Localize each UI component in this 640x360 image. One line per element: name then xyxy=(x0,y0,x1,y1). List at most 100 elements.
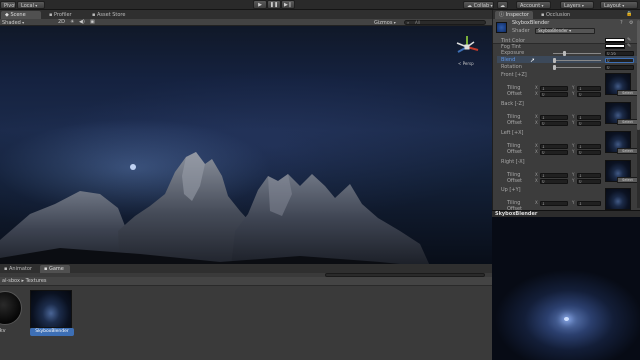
face-label: Back [-Z] xyxy=(501,101,524,107)
tiling-x-field[interactable]: 1 xyxy=(540,86,568,91)
x-label: X xyxy=(535,172,538,177)
y-label: Y xyxy=(572,172,575,177)
face-label: Right [-X] xyxy=(501,159,525,165)
shader-dropdown[interactable]: SkyboxBlender xyxy=(535,28,595,34)
tiling-x-field[interactable]: 1 xyxy=(540,173,568,178)
asset-item[interactable]: fkv xyxy=(0,291,24,341)
tiling-y-field[interactable]: 1 xyxy=(577,144,601,149)
offset-x-field[interactable]: 0 xyxy=(540,121,568,126)
persp-label[interactable]: < Persp xyxy=(458,61,474,66)
offset-y-field[interactable]: 0 xyxy=(577,121,601,126)
project-panel: al-sbox ▸ Textures fkv SkyboxBlender xyxy=(0,273,492,360)
tab-game-label: Game xyxy=(48,266,64,272)
offset-x-field[interactable]: 0 xyxy=(540,92,568,97)
fog-tint-field[interactable] xyxy=(605,44,625,49)
offset-y-field[interactable]: 0 xyxy=(577,179,601,184)
eyedropper-icon[interactable]: ✎ xyxy=(627,43,631,49)
offset-label: Offset xyxy=(507,178,523,184)
tab-animator[interactable]: ▪ Animator xyxy=(0,265,38,273)
y-label: Y xyxy=(572,178,575,183)
x-label: X xyxy=(535,178,538,183)
pivot-toggle[interactable]: Pivot xyxy=(0,1,16,9)
offset-x-field[interactable]: 0 xyxy=(540,150,568,155)
step-button[interactable]: ▶❙ xyxy=(281,0,295,9)
face-label: Up [+Y] xyxy=(501,187,521,193)
tiling-y-field[interactable]: 1 xyxy=(577,201,601,206)
breadcrumb[interactable]: al-sbox ▸ Textures xyxy=(2,278,47,285)
inspector-tabbar: ⓘ Inspector ▪ Occlusion 🔒 xyxy=(493,10,640,19)
asset-item[interactable]: SkyboxBlender xyxy=(30,290,74,336)
project-header: al-sbox ▸ Textures xyxy=(0,277,492,286)
tiling-y-field[interactable]: 1 xyxy=(577,115,601,120)
x-label: X xyxy=(535,120,538,125)
effects-toggle-icon[interactable]: ▣ xyxy=(90,19,95,26)
texture-slot[interactable] xyxy=(605,188,631,210)
tiling-y-field[interactable]: 1 xyxy=(577,86,601,91)
collab-button[interactable]: ☁ Collab xyxy=(463,1,494,9)
tab-occlusion[interactable]: ▪ Occlusion xyxy=(537,11,581,19)
tiling-x-field[interactable]: 1 xyxy=(540,115,568,120)
x-label: X xyxy=(535,91,538,96)
audio-toggle-icon[interactable]: ◀) xyxy=(79,19,85,26)
blend-slider-track[interactable] xyxy=(553,60,601,61)
offset-label: Offset xyxy=(507,91,523,97)
tab-profiler[interactable]: ▪ Profiler xyxy=(45,11,85,19)
offset-y-field[interactable]: 0 xyxy=(577,92,601,97)
x-label: X xyxy=(535,85,538,90)
tab-asset-store[interactable]: ▪ Asset Store xyxy=(88,11,134,19)
layers-dropdown[interactable]: Layers xyxy=(560,1,594,9)
tab-inspector[interactable]: ⓘ Inspector xyxy=(495,11,533,19)
asset-thumbnail xyxy=(0,291,22,325)
blend-field[interactable]: 0 xyxy=(605,58,634,63)
search-icon: ⌕ xyxy=(407,20,410,25)
play-icon: ▶ xyxy=(258,2,262,8)
y-label: Y xyxy=(572,149,575,154)
select-button[interactable]: Select xyxy=(617,90,638,96)
asset-thumbnail xyxy=(30,290,72,328)
play-button[interactable]: ▶ xyxy=(253,0,267,9)
offset-label: Offset xyxy=(507,149,523,155)
gear-icon[interactable]: ⚙ xyxy=(629,20,633,26)
rotation-field[interactable]: 0 xyxy=(605,65,634,70)
rotation-slider-thumb[interactable] xyxy=(553,65,556,70)
help-icon[interactable]: ? xyxy=(620,20,623,26)
scene-search-input[interactable]: ⌕ All xyxy=(404,20,486,25)
tab-asset-store-label: Asset Store xyxy=(96,12,126,18)
prop-label: Rotation xyxy=(501,64,522,70)
account-dropdown[interactable]: Account xyxy=(516,1,551,9)
tint-color-field[interactable] xyxy=(605,38,625,43)
layout-dropdown[interactable]: Layout xyxy=(600,1,638,9)
tiling-x-field[interactable]: 1 xyxy=(540,201,568,206)
tab-game[interactable]: ▪ Game xyxy=(40,265,70,273)
rotation-slider-track[interactable] xyxy=(553,67,601,68)
offset-y-field[interactable]: 0 xyxy=(577,150,601,155)
scene-orientation-gizmo[interactable] xyxy=(454,34,480,60)
pause-icon: ❚❚ xyxy=(269,2,279,8)
y-label: Y xyxy=(572,120,575,125)
tab-animator-label: Animator xyxy=(8,266,32,272)
pause-button[interactable]: ❚❚ xyxy=(267,0,281,9)
services-button[interactable]: ☁ xyxy=(497,1,508,9)
scene-viewport[interactable]: < Persp xyxy=(0,26,492,275)
tiling-y-field[interactable]: 1 xyxy=(577,173,601,178)
exposure-slider-track[interactable] xyxy=(553,53,601,54)
lock-icon[interactable]: 🔒 xyxy=(626,11,632,17)
cloud-icon: ☁ xyxy=(467,3,474,9)
select-button[interactable]: Select xyxy=(617,119,638,125)
material-preview[interactable] xyxy=(492,217,640,360)
2d-toggle[interactable]: 2D xyxy=(58,19,65,26)
light-toggle-icon[interactable]: ☀ xyxy=(70,19,74,26)
blend-slider-thumb[interactable] xyxy=(553,58,556,63)
x-label: X xyxy=(535,114,538,119)
select-button[interactable]: Select xyxy=(617,148,638,154)
select-button[interactable]: Select xyxy=(617,177,638,183)
terrain-mountains xyxy=(0,152,492,275)
sky-glow xyxy=(130,164,136,170)
local-toggle[interactable]: Local xyxy=(17,1,45,9)
y-label: Y xyxy=(572,114,575,119)
tab-profiler-label: Profiler xyxy=(53,12,72,18)
offset-x-field[interactable]: 0 xyxy=(540,179,568,184)
tab-scene[interactable]: ◆ Scene xyxy=(1,11,41,19)
tiling-x-field[interactable]: 1 xyxy=(540,144,568,149)
scene-search-placeholder: All xyxy=(415,20,420,25)
